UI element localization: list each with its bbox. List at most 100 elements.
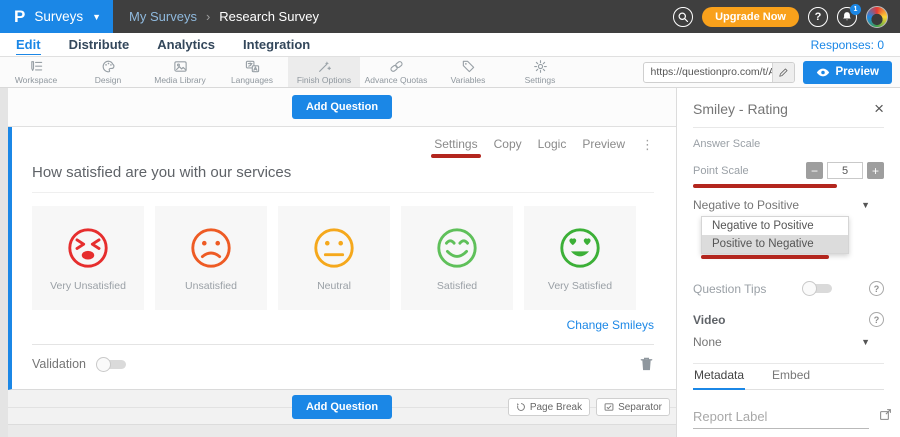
very-satisfied-smiley-icon [557,225,603,271]
direction-select[interactable]: Negative to Positive ▼ [693,198,884,212]
breadcrumb-my-surveys[interactable]: My Surveys [129,9,197,24]
question-tab-preview[interactable]: Preview [582,137,625,151]
chevron-down-icon: ▼ [861,337,884,347]
edit-url-button[interactable] [772,63,794,82]
smiley-label: Very Satisfied [548,280,612,292]
tab-distribute[interactable]: Distribute [69,35,130,54]
tag-icon [461,59,476,74]
question-title: How satisfied are you with our services [32,164,291,181]
tab-integration[interactable]: Integration [243,35,310,54]
editor-toolbar: Workspace Design Media Library Languages… [0,57,900,88]
add-question-strip-top: Add Question [8,88,676,127]
smiley-label: Very Unsatisfied [50,280,126,292]
avatar[interactable] [866,6,888,28]
survey-nav: Edit Distribute Analytics Integration Re… [0,33,900,57]
smiley-option-very-satisfied[interactable]: Very Satisfied [524,206,636,310]
very-unsatisfied-smiley-icon [65,225,111,271]
smiley-option-unsatisfied[interactable]: Unsatisfied [155,206,267,310]
panel-tabs: Metadata Embed [693,364,884,390]
question-tabs: Settings Copy Logic Preview ⋮ [32,135,654,153]
question-tips-toggle[interactable] [802,281,833,296]
chevron-down-icon: ▼ [861,200,884,210]
tab-analytics[interactable]: Analytics [157,35,215,54]
neutral-smiley-icon [311,225,357,271]
smiley-option-neutral[interactable]: Neutral [278,206,390,310]
page-break-button[interactable]: Page Break [508,398,590,416]
divider [693,127,884,128]
questionpro-logo: P [14,7,25,27]
video-select[interactable]: None ▼ [693,335,884,349]
page-break-icon [516,402,526,412]
question-tips-label: Question Tips [693,282,766,296]
notification-badge: 1 [850,4,861,15]
image-icon [173,59,188,74]
unsatisfied-smiley-icon [188,225,234,271]
report-label-row [693,407,884,429]
question-tips-help-icon[interactable]: ? [869,281,884,296]
smiley-option-very-unsatisfied[interactable]: Very Unsatisfied [32,206,144,310]
preview-button[interactable]: Preview [803,61,892,84]
add-question-button-top[interactable]: Add Question [292,95,392,119]
toolbar-item-advance-quotas[interactable]: Advance Quotas [360,57,432,87]
toolbar-item-design[interactable]: Design [72,57,144,87]
red-annotation-point-scale [693,184,837,188]
palette-icon [101,59,116,74]
video-select-value: None [693,335,861,349]
topbar-actions: Upgrade Now ? 1 [673,6,900,28]
report-label-input[interactable] [693,407,869,429]
question-settings-panel: Smiley - Rating × Answer Scale Point Sca… [676,88,900,437]
tab-embed[interactable]: Embed [771,364,811,389]
change-smileys-link[interactable]: Change Smileys [32,318,654,334]
help-button[interactable]: ? [808,7,828,27]
close-icon[interactable]: × [874,100,884,117]
dropdown-option-negative-to-positive[interactable]: Negative to Positive [702,217,848,235]
tab-metadata[interactable]: Metadata [693,364,745,390]
toolbar-item-settings[interactable]: Settings [504,57,576,87]
satisfied-smiley-icon [434,225,480,271]
breadcrumb: My Surveys › Research Survey [113,9,673,24]
toolbar-right: https://questionpro.com/t/A Preview [643,57,900,87]
survey-editor-content: Add Question Settings Copy Logic Preview… [8,88,676,437]
add-question-button-bottom[interactable]: Add Question [292,395,392,419]
eye-icon [816,67,830,78]
smiley-label: Unsatisfied [185,280,237,292]
question-title-field[interactable]: How satisfied are you with our services [32,164,654,193]
question-overflow-menu-icon[interactable]: ⋮ [641,138,654,151]
link-icon [389,59,404,74]
toolbar-item-finish-options[interactable]: Finish Options [288,57,360,87]
answer-scale-label: Answer Scale [693,138,884,150]
toolbar-item-media-library[interactable]: Media Library [144,57,216,87]
smiley-option-satisfied[interactable]: Satisfied [401,206,513,310]
validation-toggle[interactable] [96,357,127,372]
decrement-button[interactable]: − [806,162,823,179]
dropdown-option-positive-to-negative[interactable]: Positive to Negative [702,235,848,253]
external-link-icon [879,408,892,421]
expand-button[interactable] [879,408,892,429]
increment-button[interactable]: + [867,162,884,179]
translate-icon [245,59,260,74]
toolbar-item-workspace[interactable]: Workspace [0,57,72,87]
search-button[interactable] [673,7,693,27]
separator-button[interactable]: Separator [596,398,670,416]
question-tab-settings[interactable]: Settings [434,137,477,151]
toolbar-item-variables[interactable]: Variables [432,57,504,87]
page-background [8,425,676,437]
question-tab-logic[interactable]: Logic [538,137,567,151]
notifications-button[interactable]: 1 [837,7,857,27]
app-menu[interactable]: P Surveys ▼ [0,0,113,33]
question-tab-copy[interactable]: Copy [494,137,522,151]
red-annotation-positive-to-negative [701,255,829,259]
responses-count[interactable]: Responses: 0 [811,38,884,52]
toolbar-item-languages[interactable]: Languages [216,57,288,87]
upgrade-now-button[interactable]: Upgrade Now [702,7,799,27]
tab-edit[interactable]: Edit [16,35,41,55]
video-label: Video [693,313,869,327]
add-question-strip-bottom: Add Question Page Break Separator [8,390,676,425]
trash-icon[interactable] [639,356,654,372]
video-row: Video ? [693,312,884,327]
survey-url-field[interactable]: https://questionpro.com/t/A [643,62,795,83]
direction-dropdown-list: Negative to Positive Positive to Negativ… [701,216,849,254]
video-help-icon[interactable]: ? [869,312,884,327]
point-scale-value[interactable]: 5 [827,162,863,179]
app-menu-label: Surveys [34,9,83,24]
